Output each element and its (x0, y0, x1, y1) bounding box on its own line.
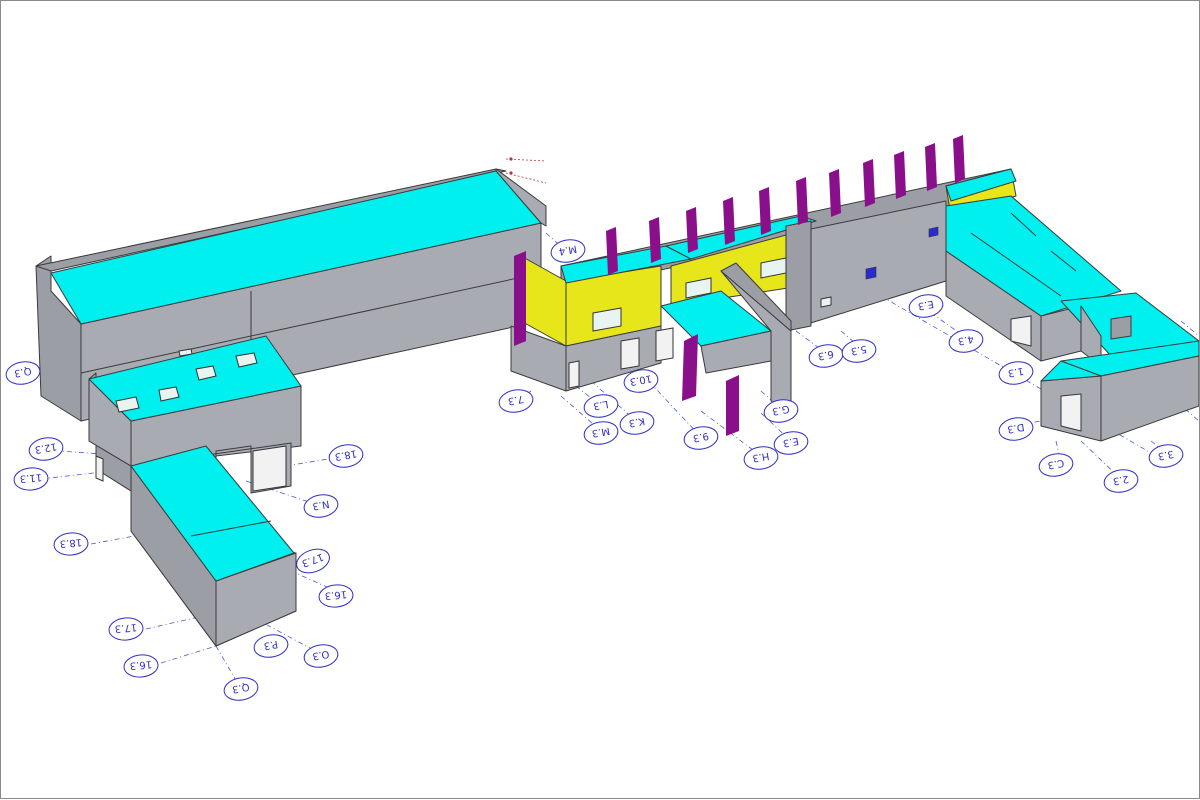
grid-bubble: M.3 (583, 421, 619, 445)
grid-bubble: C.3 (1038, 453, 1074, 477)
grid-bubble-label: 11.3 (19, 471, 42, 484)
grid-bubble-label: 18.3 (59, 536, 82, 549)
grid-bubble: 5.3 (841, 339, 877, 363)
grid-bubble: 3.3 (1148, 444, 1184, 468)
grid-bubble-label: 16.3 (324, 588, 347, 601)
grid-bubble: O.3 (303, 644, 339, 668)
grid-bubble: 11.3 (13, 467, 49, 491)
grid-bubble: L.3 (583, 394, 619, 418)
grid-bubble: N.3 (303, 494, 339, 518)
grid-bubble: 18.3 (53, 532, 89, 556)
grid-bubble: 7.3 (498, 389, 534, 413)
grid-bubble: P.3 (253, 634, 289, 658)
right-wing (945, 195, 1199, 442)
grid-bubble: 18.3 (328, 444, 364, 468)
grid-bubble: 17.3 (108, 617, 144, 641)
grid-bubble: E.3 (773, 431, 809, 455)
grid-bubble: 16.3 (318, 584, 354, 608)
grid-bubble: 1.3 (998, 361, 1034, 385)
grid-bubble: H.3 (743, 446, 779, 470)
grid-bubble: 4.3 (948, 329, 984, 353)
building-model[interactable]: Q.3 12.3 11.3 18.3 17.3 16.3 Q.3 P.3 O.3 16.3 17.3… (1, 1, 1199, 798)
3d-model-viewport[interactable]: Q.3 12.3 11.3 18.3 17.3 16.3 Q.3 P.3 O.3 16.3 17.3… (0, 0, 1200, 799)
grid-bubble: 17.3 (296, 548, 330, 574)
grid-bubble: K.3 (619, 411, 655, 435)
grid-bubble: 2.3 (1103, 469, 1139, 493)
grid-bubble: E.3 (908, 294, 944, 318)
grid-bubble-label: 16.3 (129, 658, 152, 671)
grid-bubble: Q.3 (223, 677, 259, 701)
grid-bubble: 9.3 (683, 426, 719, 450)
level-markers (505, 157, 547, 184)
grid-bubble-label: 17.3 (114, 621, 137, 634)
grid-bubble: 6.3 (808, 344, 844, 368)
grid-bubble: G.3 (763, 399, 799, 423)
grid-bubble: 16.3 (123, 654, 159, 678)
grid-bubble: D.3 (998, 417, 1034, 441)
grid-bubble: Q.3 (5, 361, 41, 385)
grid-bubble: 12.3 (28, 437, 64, 461)
